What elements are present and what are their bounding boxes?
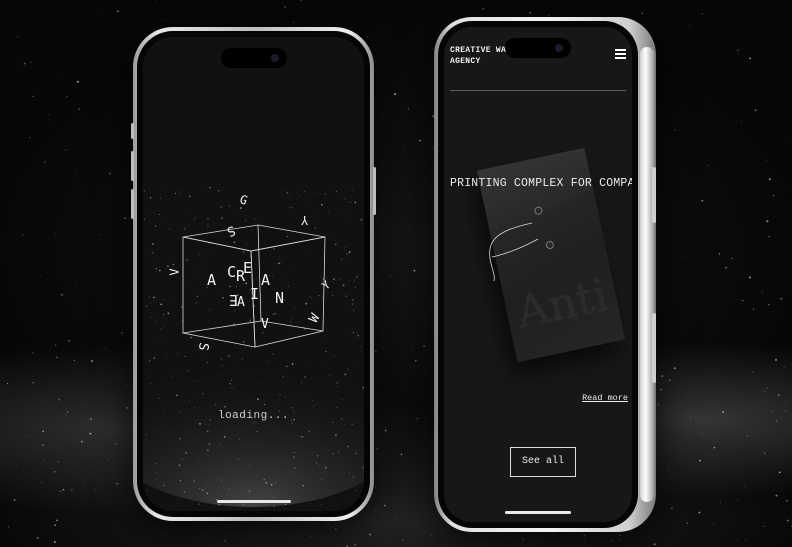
dynamic-island: [220, 48, 287, 68]
home-indicator[interactable]: [505, 511, 571, 514]
hero-title: PRINTING COMPLEX FOR COMPANY: [450, 177, 632, 190]
see-all-button[interactable]: See all: [510, 447, 576, 477]
floating-letter: A: [207, 271, 217, 289]
floating-letter: V: [261, 317, 269, 332]
phone-loader: G S Y V A C R E A I N E A V S W Y loadin…: [131, 27, 376, 521]
read-more-link[interactable]: Read more: [582, 393, 628, 403]
loader-screen: G S Y V A C R E A I N E A V S W Y loadin…: [143, 37, 364, 511]
volume-down-button: [131, 189, 134, 219]
dynamic-island: [505, 38, 571, 58]
action-button: [131, 123, 134, 139]
camera-icon: [270, 54, 279, 62]
side-button: [652, 313, 656, 383]
floating-letter: A: [237, 295, 245, 310]
floating-letter: V: [167, 268, 182, 276]
floating-letter: I: [250, 285, 260, 303]
power-button: [373, 167, 376, 215]
floating-letter: C: [227, 263, 237, 281]
dark-sand-background: [0, 0, 792, 547]
volume-up-button: [131, 151, 134, 181]
floating-letter: E: [243, 259, 253, 277]
phone-side-edge: [640, 47, 654, 502]
loading-text: loading...: [217, 410, 289, 422]
floating-letter: A: [261, 271, 271, 289]
floating-letter: N: [275, 289, 285, 307]
home-indicator[interactable]: [216, 500, 291, 503]
power-button: [652, 167, 656, 223]
particle-noise: [4, 0, 792, 547]
camera-icon: [555, 44, 563, 52]
floating-letter: Y: [301, 213, 309, 227]
agency-screen: CREATIVE WAVES AGENCY Anti PRINTING COMP…: [444, 27, 632, 522]
phone-agency: CREATIVE WAVES AGENCY Anti PRINTING COMP…: [434, 17, 656, 532]
